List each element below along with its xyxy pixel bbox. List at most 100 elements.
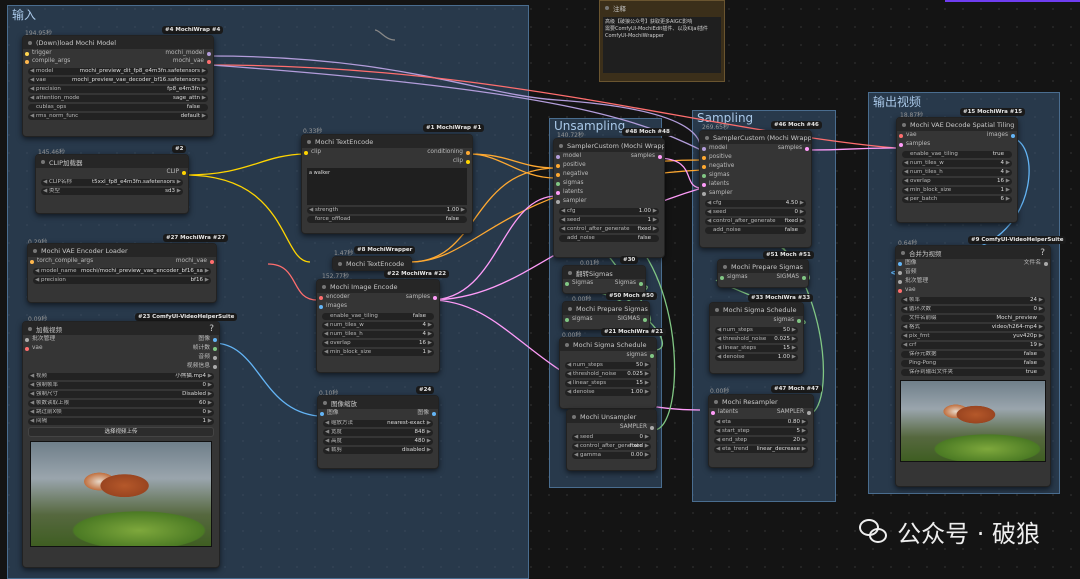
collapse-dot[interactable] xyxy=(568,306,572,311)
widget-seed[interactable]: ◀ seed 1 ▶ xyxy=(559,217,659,224)
output-pin[interactable] xyxy=(432,411,436,416)
widget-rms-norm-func[interactable]: ◀ rms_norm_func default ▶ xyxy=(28,113,208,120)
output-pin[interactable] xyxy=(805,146,809,151)
collapse-dot[interactable] xyxy=(41,159,45,164)
input-pin[interactable] xyxy=(556,190,560,195)
output-pin[interactable] xyxy=(182,170,186,175)
widget-upscale-method[interactable]: ◀ 缩放方法 nearest-exact ▶ xyxy=(323,420,433,427)
widget-num-tiles-w[interactable]: ◀ num_tiles_w 4 ▶ xyxy=(322,322,434,329)
input-pin[interactable] xyxy=(899,133,903,138)
download-mochi-model-node[interactable]: (Down)load Mochi Model trigger mochi_mode… xyxy=(22,35,214,137)
prompt-textarea[interactable]: a walker xyxy=(307,168,467,205)
input-pin[interactable] xyxy=(898,270,902,275)
video-preview-image[interactable] xyxy=(30,441,212,547)
widget-control-after-generate[interactable]: ◀ control_after_generate fixed ▶ xyxy=(705,218,806,225)
widget-height[interactable]: ◀ 高度 480 ▶ xyxy=(323,438,433,445)
widget-cfg[interactable]: ◀ cfg 1.00 ▶ xyxy=(559,208,659,215)
input-pin[interactable] xyxy=(702,191,706,196)
output-pin[interactable] xyxy=(639,281,643,286)
input-pin[interactable] xyxy=(702,173,706,178)
output-pin[interactable] xyxy=(213,364,217,369)
collapse-dot[interactable] xyxy=(28,40,32,45)
collapse-dot[interactable] xyxy=(568,270,572,275)
widget-control-after-generate[interactable]: ◀ control_after_generate fixed ▶ xyxy=(559,226,659,233)
widget-num-steps[interactable]: ◀ num_steps 50 ▶ xyxy=(565,362,651,369)
widget-add-noise[interactable]: add_noise false xyxy=(559,235,659,242)
output-pin[interactable] xyxy=(207,51,211,56)
widget-seed[interactable]: ◀ seed 0 ▶ xyxy=(705,209,806,216)
widget-linear-steps[interactable]: ◀ linear_steps 15 ▶ xyxy=(715,345,798,352)
output-pin[interactable] xyxy=(807,410,811,415)
widget-pingpong[interactable]: Ping-Pong false xyxy=(901,360,1045,367)
widget-linear-steps[interactable]: ◀ linear_steps 15 ▶ xyxy=(565,380,651,387)
input-pin[interactable] xyxy=(702,164,706,169)
widget-eta[interactable]: ◀ eta 0.80 ▶ xyxy=(714,419,808,426)
output-pin[interactable] xyxy=(802,275,806,280)
widget-clip-type[interactable]: ◀ 类型 sd3 ▶ xyxy=(41,188,183,195)
widget-per-batch[interactable]: ◀ per_batch 6 ▶ xyxy=(902,196,1012,203)
widget-model-name[interactable]: ◀ model_name mochi/mochi_preview_vae_encod… xyxy=(33,268,211,275)
widget-enable-vae-tiling[interactable]: enable_vae_tiling true xyxy=(902,151,1012,158)
widget-vae[interactable]: ◀ vae mochi_preview_vae_decoder_bf16.safet… xyxy=(28,77,208,84)
input-pin[interactable] xyxy=(556,181,560,186)
widget-denoise[interactable]: ◀ denoise 1.00 ▶ xyxy=(715,354,798,361)
widget-frame-cap[interactable]: ◀ 帧数读取上限 60 ▶ xyxy=(28,400,214,407)
collapse-dot[interactable] xyxy=(714,399,718,404)
output-pin[interactable] xyxy=(650,425,654,430)
input-pin[interactable] xyxy=(702,155,706,160)
input-pin[interactable] xyxy=(702,182,706,187)
output-pin[interactable] xyxy=(207,59,211,64)
widget-gamma[interactable]: ◀ gamma 0.00 ▶ xyxy=(572,452,651,459)
widget-num-tiles-h[interactable]: ◀ num_tiles_h 4 ▶ xyxy=(902,169,1012,176)
widget-format[interactable]: ◀ 格式 video/h264-mp4 ▶ xyxy=(901,324,1045,331)
mochi-sigma-schedule-node[interactable]: Mochi Sigma Schedule sigmas ◀ num_steps 50… xyxy=(559,337,657,409)
input-pin[interactable] xyxy=(320,411,324,416)
help-icon[interactable]: ? xyxy=(209,324,214,334)
output-pin[interactable] xyxy=(797,318,801,323)
widget-cublas-ops[interactable]: cublas_ops false xyxy=(28,104,208,111)
widget-model[interactable]: ◀ model mochi_preview_dit_fp8_e4m3fn.safet… xyxy=(28,68,208,75)
load-video-node[interactable]: 加载视频? 批次管理 图像 vae 帧计数 音频 视频信息 ◀ 视频 小熊猫.mp4 ▶ … xyxy=(22,321,220,568)
widget-strength[interactable]: ◀ strength 1.00 ▶ xyxy=(307,207,467,214)
widget-save-metadata[interactable]: 保存元数据 false xyxy=(901,351,1045,358)
widget-crop[interactable]: ◀ 裁剪 disabled ▶ xyxy=(323,447,433,454)
collapse-dot[interactable] xyxy=(28,326,32,331)
input-pin[interactable] xyxy=(556,154,560,159)
collapse-dot[interactable] xyxy=(559,143,563,148)
mochi-resampler-node[interactable]: Mochi Resampler latents SAMPLER ◀ eta 0.80 ▶… xyxy=(708,394,814,468)
widget-video[interactable]: ◀ 视频 小熊猫.mp4 ▶ xyxy=(28,373,214,380)
input-pin[interactable] xyxy=(898,279,902,284)
output-pin[interactable] xyxy=(1011,133,1015,138)
input-pin[interactable] xyxy=(30,259,34,264)
mochi-textencode-node[interactable]: Mochi TextEncode clip conditioning clip a… xyxy=(301,134,473,234)
widget-loop-count[interactable]: ◀ 循环次数 0 ▶ xyxy=(901,306,1045,313)
input-pin[interactable] xyxy=(565,281,569,286)
widget-enable-vae-tiling[interactable]: enable_vae_tiling false xyxy=(322,313,434,320)
input-pin[interactable] xyxy=(720,275,724,280)
widget-seed[interactable]: ◀ seed 0 ▶ xyxy=(572,434,651,441)
widget-threshold-noise[interactable]: ◀ threshold_noise 0.025 ▶ xyxy=(565,371,651,378)
mochi-sigma-schedule-node[interactable]: Mochi Sigma Schedule sigmas ◀ num_steps 50… xyxy=(709,302,804,374)
widget-filename-prefix[interactable]: 文件名前缀 Mochi_preview xyxy=(901,315,1045,322)
output-pin[interactable] xyxy=(213,346,217,351)
collapse-dot[interactable] xyxy=(723,264,727,269)
output-pin[interactable] xyxy=(213,355,217,360)
input-pin[interactable] xyxy=(565,317,569,322)
widget-precision[interactable]: ◀ precision bf16 ▶ xyxy=(33,277,211,284)
input-pin[interactable] xyxy=(899,142,903,147)
collapse-dot[interactable] xyxy=(322,284,326,289)
output-pin[interactable] xyxy=(643,317,647,322)
mochi-prepare-sigmas-node[interactable]: Mochi Prepare Sigmas sigmas SIGMAS xyxy=(562,301,650,330)
clip-loader-node[interactable]: CLIP加载器 CLIP ◀ CLIP名称 t5xxl_fp8_e4m3fn.saf… xyxy=(35,154,189,214)
widget-threshold-noise[interactable]: ◀ threshold_noise 0.025 ▶ xyxy=(715,336,798,343)
widget-add-noise[interactable]: add_noise false xyxy=(705,227,806,234)
collapse-dot[interactable] xyxy=(307,139,311,144)
widget-denoise[interactable]: ◀ denoise 1.00 ▶ xyxy=(565,389,651,396)
video-output-preview-image[interactable] xyxy=(900,380,1046,462)
output-pin[interactable] xyxy=(466,150,470,155)
sampler-custom-node[interactable]: SamplerCustom (Mochi Wrapper) model sampl… xyxy=(553,138,665,258)
widget-width[interactable]: ◀ 宽度 848 ▶ xyxy=(323,429,433,436)
collapse-dot[interactable] xyxy=(715,307,719,312)
mochi-image-encode-node[interactable]: Mochi Image Encode encoder samples images… xyxy=(316,279,440,373)
widget-overlap[interactable]: ◀ overlap 16 ▶ xyxy=(902,178,1012,185)
